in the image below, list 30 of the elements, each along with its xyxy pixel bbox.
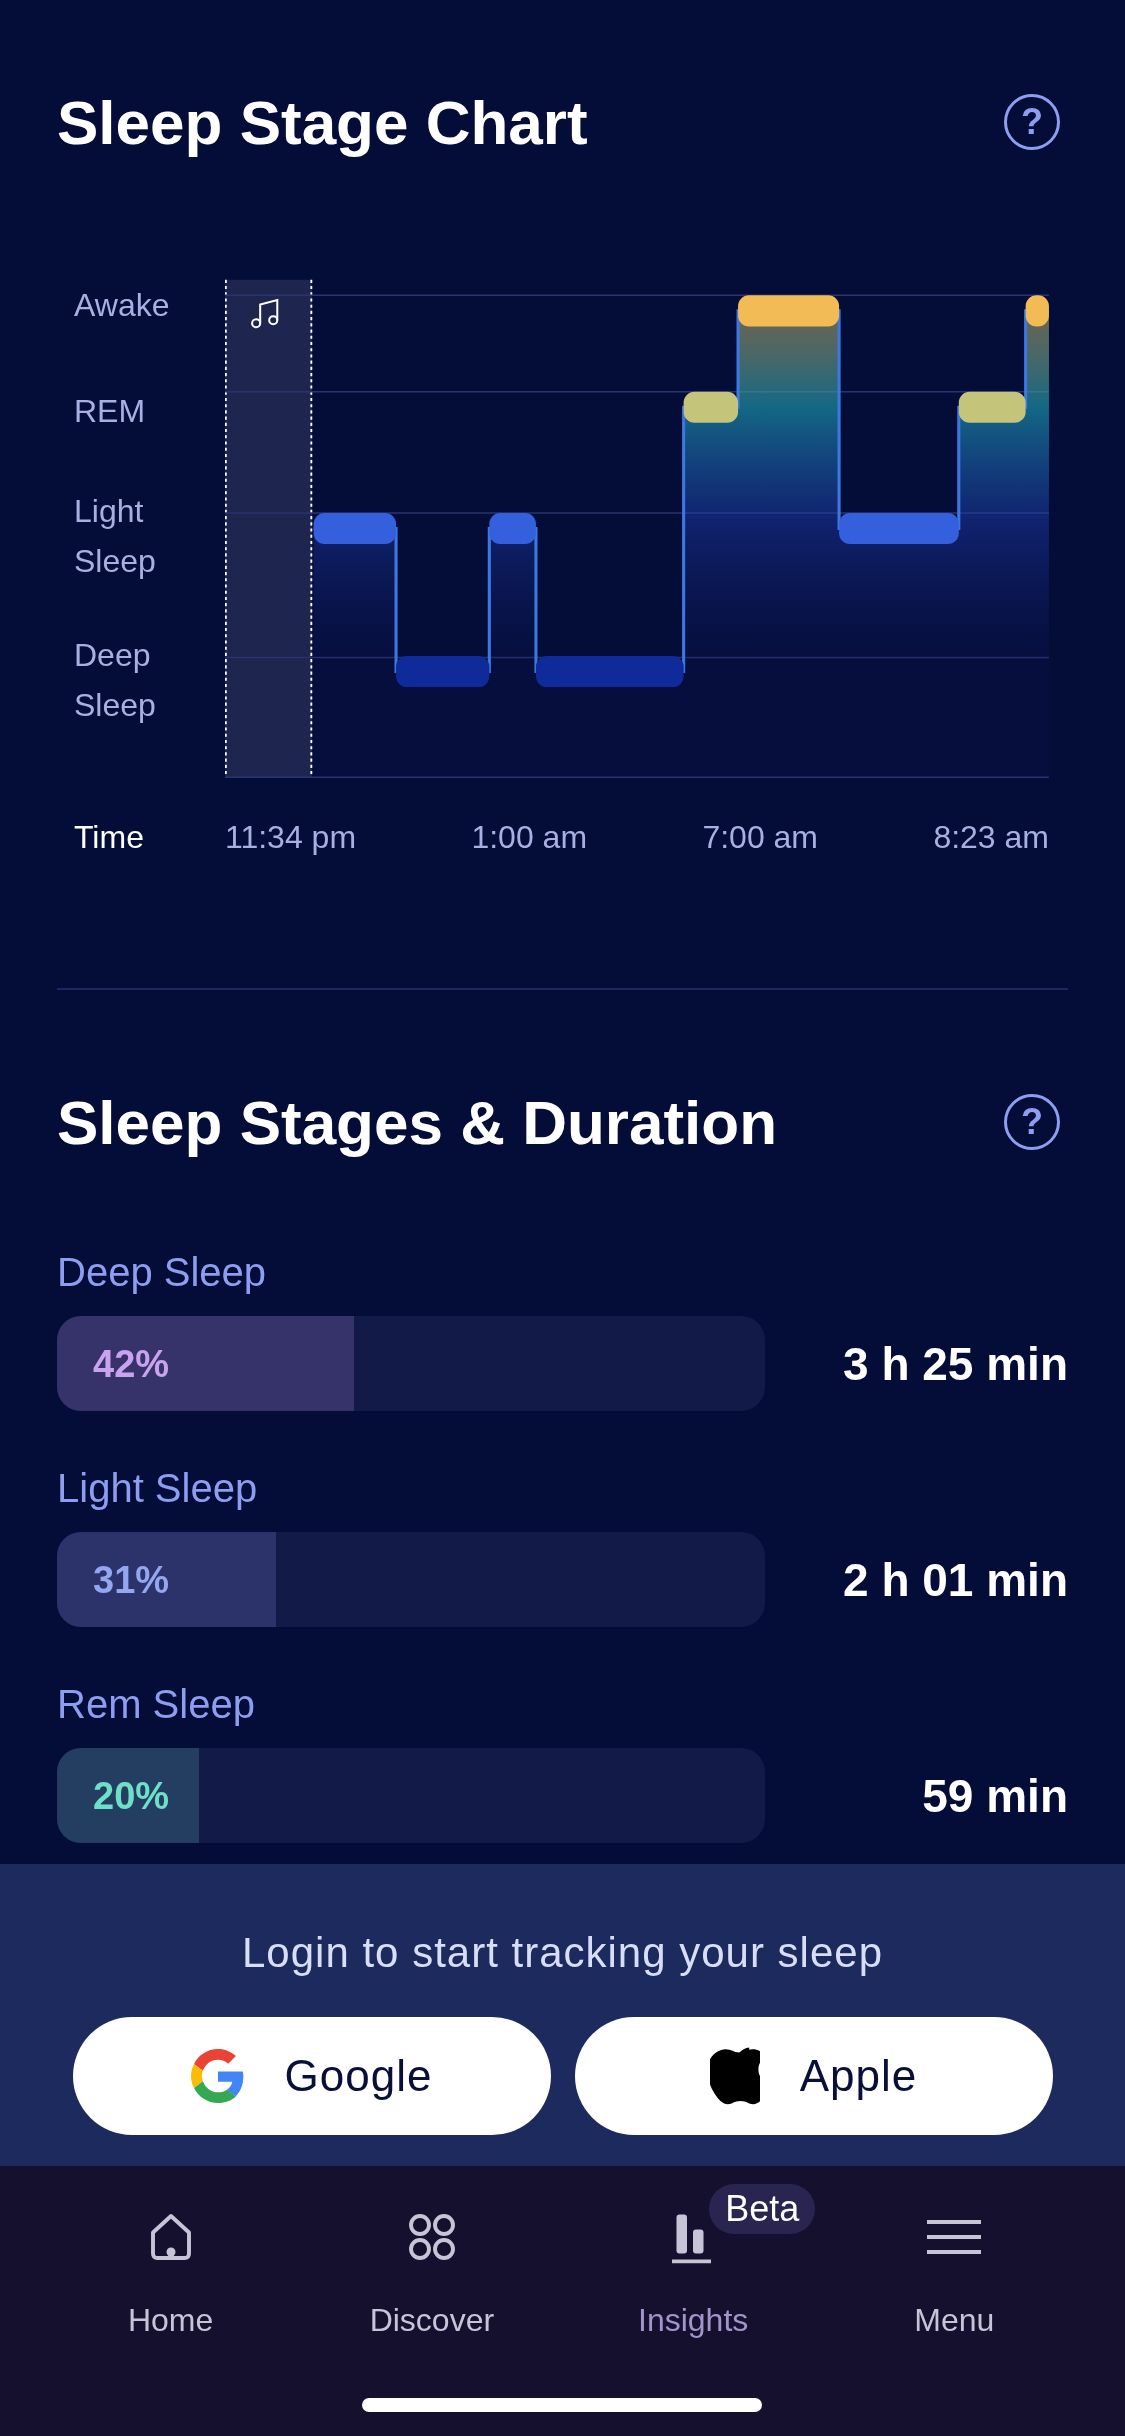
login-prompt: Login to start tracking your sleep [242,1929,883,1977]
tab-item[interactable]: Discover [301,2166,563,2436]
google-icon [190,2049,245,2103]
axis-label: Deep Sleep [74,636,157,725]
time-label: 8:23 am [933,819,1049,856]
axis-label: Awake [74,286,171,325]
stage-label: Deep Sleep [57,1250,268,1296]
percent-label: 20% [93,1774,170,1817]
tab-item[interactable]: Menu [823,2166,1085,2436]
percent-label: 42% [93,1342,170,1385]
duration-label: 59 min [921,1768,1068,1823]
help-button[interactable]: ? [1004,94,1060,150]
help-button[interactable]: ? [1004,1094,1060,1150]
time-label: 7:00 am [702,819,818,856]
stage-label: Rem Sleep [57,1682,256,1728]
section-title: Sleep Stage Chart [57,86,588,158]
tab-item[interactable]: Home [40,2166,302,2436]
login-button[interactable]: Apple [574,2017,1053,2135]
section-title: Sleep Stages & Duration [57,1086,778,1158]
time-label: 1:00 am [471,819,588,856]
axis-label: REM [74,392,147,431]
beta-badge: Beta [709,2184,816,2234]
axis-label: Light Sleep [74,492,157,581]
percent-label: 31% [93,1558,170,1601]
duration-label: 2 h 01 min [842,1552,1068,1607]
login-button[interactable]: Google [72,2017,551,2135]
axis-title: Time [74,819,145,856]
duration-label: 3 h 25 min [842,1336,1068,1391]
stage-label: Light Sleep [57,1466,259,1512]
time-label: 11:34 pm [225,819,357,856]
